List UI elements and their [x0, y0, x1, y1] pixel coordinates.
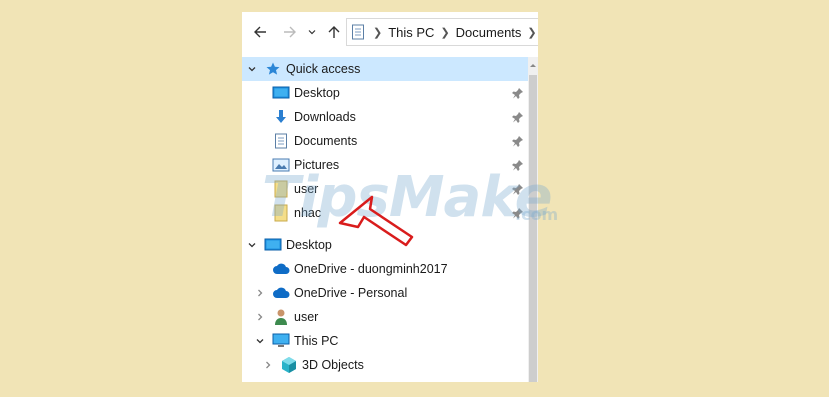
- download-icon: [272, 108, 290, 126]
- pin-icon[interactable]: [512, 87, 524, 99]
- breadcrumb-documents[interactable]: Documents: [452, 25, 526, 40]
- pin-icon[interactable]: [512, 159, 524, 171]
- pin-icon[interactable]: [512, 183, 524, 195]
- breadcrumb-separator-icon: ❯: [440, 26, 450, 39]
- computer-icon: [272, 332, 290, 350]
- tree-item-downloads[interactable]: Downloads: [242, 105, 528, 129]
- folder-icon: [272, 180, 290, 198]
- star-icon: [264, 60, 282, 78]
- chevron-down-icon[interactable]: [247, 64, 257, 74]
- scroll-up-icon[interactable]: [529, 61, 537, 69]
- tree-item-label: Documents: [294, 134, 358, 148]
- tree-item-user-folder[interactable]: user: [242, 177, 528, 201]
- tree-item-documents[interactable]: Documents: [242, 129, 528, 153]
- tree-item-label: Desktop: [286, 238, 332, 252]
- tree-item-label: OneDrive - duongminh2017: [294, 262, 448, 276]
- location-icon: [351, 24, 365, 40]
- desktop-icon: [272, 84, 290, 102]
- arrow-up-icon: [328, 26, 340, 38]
- tree-item-quick-access[interactable]: Quick access: [242, 57, 528, 81]
- folder-icon: [272, 204, 290, 222]
- tree-item-label: Downloads: [294, 110, 356, 124]
- up-button[interactable]: [324, 22, 344, 42]
- address-bar[interactable]: ❯ This PC ❯ Documents ❯: [346, 18, 538, 46]
- breadcrumb-separator-icon: ❯: [527, 26, 537, 39]
- tree-item-user-profile[interactable]: user: [242, 305, 528, 329]
- user-icon: [272, 308, 290, 326]
- arrow-right-icon: [284, 26, 296, 38]
- file-explorer-window: ❯ This PC ❯ Documents ❯ Quick access Desk…: [242, 12, 538, 382]
- breadcrumb-separator-icon: ❯: [373, 26, 383, 39]
- tree-item-label: Pictures: [294, 158, 340, 172]
- tree-item-label: 3D Objects: [302, 358, 364, 372]
- forward-button[interactable]: [280, 22, 300, 42]
- arrow-left-icon: [254, 26, 266, 38]
- recent-locations-button[interactable]: [306, 22, 318, 42]
- cloud-icon: [272, 284, 290, 302]
- navigation-toolbar: ❯ This PC ❯ Documents ❯: [242, 12, 538, 52]
- tree-item-desktop-qa[interactable]: Desktop: [242, 81, 528, 105]
- tree-item-this-pc[interactable]: This PC: [242, 329, 528, 353]
- tree-item-label: Desktop: [294, 86, 340, 100]
- desktop-icon: [264, 236, 282, 254]
- breadcrumb-this-pc[interactable]: This PC: [384, 25, 438, 40]
- tree-item-label: user: [294, 182, 319, 196]
- tree-item-onedrive-personal[interactable]: OneDrive - Personal: [242, 281, 528, 305]
- tree-item-pictures[interactable]: Pictures: [242, 153, 528, 177]
- cloud-icon: [272, 260, 290, 278]
- tree-item-onedrive-duong[interactable]: OneDrive - duongminh2017: [242, 257, 528, 281]
- tree-item-label: user: [294, 310, 319, 324]
- pin-icon[interactable]: [512, 207, 524, 219]
- chevron-right-icon[interactable]: [255, 312, 265, 322]
- back-button[interactable]: [250, 22, 270, 42]
- pin-icon[interactable]: [512, 135, 524, 147]
- tree-item-label: OneDrive - Personal: [294, 286, 408, 300]
- cube-icon: [280, 356, 298, 374]
- scrollbar[interactable]: [528, 57, 538, 382]
- chevron-down-icon[interactable]: [255, 336, 265, 346]
- scrollbar-thumb[interactable]: [529, 75, 537, 382]
- pictures-icon: [272, 156, 290, 174]
- navigation-pane: Quick access Desktop Downloads Documents Pic…: [242, 57, 528, 377]
- chevron-down-icon: [308, 30, 316, 35]
- tree-item-nhac[interactable]: nhac: [242, 201, 528, 225]
- tree-item-label: Quick access: [286, 62, 361, 76]
- tree-item-label: nhac: [294, 206, 322, 220]
- tree-item-3d-objects[interactable]: 3D Objects: [242, 353, 528, 377]
- tree-item-desktop-root[interactable]: Desktop: [242, 233, 528, 257]
- chevron-down-icon[interactable]: [247, 240, 257, 250]
- document-icon: [272, 132, 290, 150]
- chevron-right-icon[interactable]: [263, 360, 273, 370]
- pin-icon[interactable]: [512, 111, 524, 123]
- chevron-right-icon[interactable]: [255, 288, 265, 298]
- tree-item-label: This PC: [294, 334, 339, 348]
